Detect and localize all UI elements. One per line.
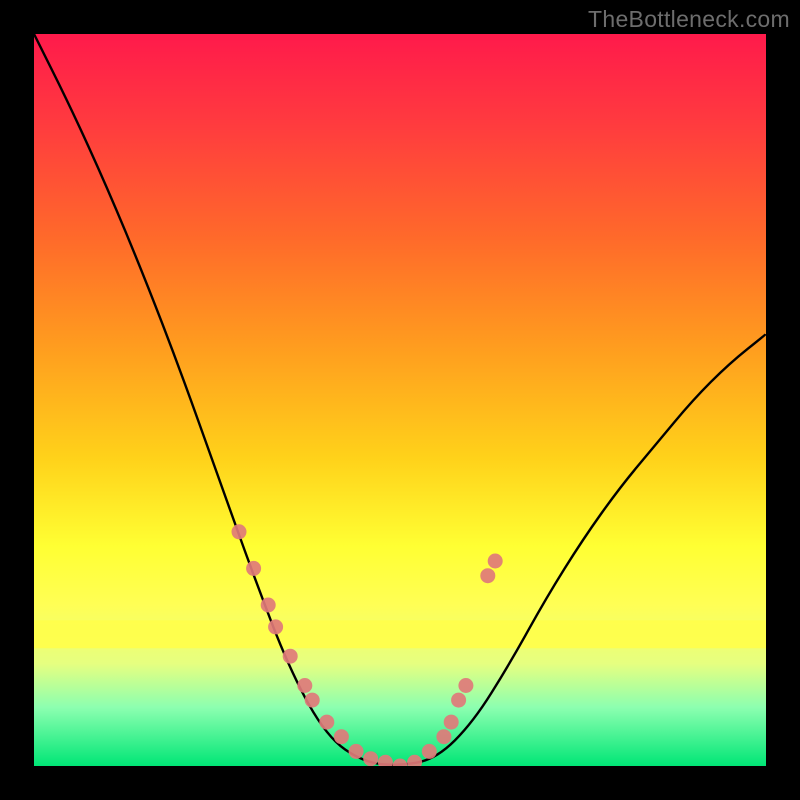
data-marker — [246, 561, 261, 576]
watermark-text: TheBottleneck.com — [588, 6, 790, 33]
chart-frame: TheBottleneck.com — [0, 0, 800, 800]
data-marker — [319, 715, 334, 730]
data-marker — [444, 715, 459, 730]
bottleneck-curve-path — [34, 34, 766, 765]
data-marker — [458, 678, 473, 693]
data-marker — [349, 744, 364, 759]
data-marker — [283, 649, 298, 664]
data-marker — [422, 744, 437, 759]
data-marker — [363, 751, 378, 766]
data-marker — [297, 678, 312, 693]
data-marker — [334, 729, 349, 744]
data-marker — [436, 729, 451, 744]
plot-area — [34, 34, 766, 766]
data-marker — [378, 755, 393, 766]
accent-strip — [34, 620, 766, 648]
data-marker — [488, 554, 503, 569]
data-marker — [305, 693, 320, 708]
data-marker — [393, 759, 408, 767]
data-marker — [268, 619, 283, 634]
data-marker — [451, 693, 466, 708]
data-marker — [407, 755, 422, 766]
data-marker — [232, 524, 247, 539]
data-marker — [261, 598, 276, 613]
data-marker — [480, 568, 495, 583]
bottleneck-svg — [34, 34, 766, 766]
